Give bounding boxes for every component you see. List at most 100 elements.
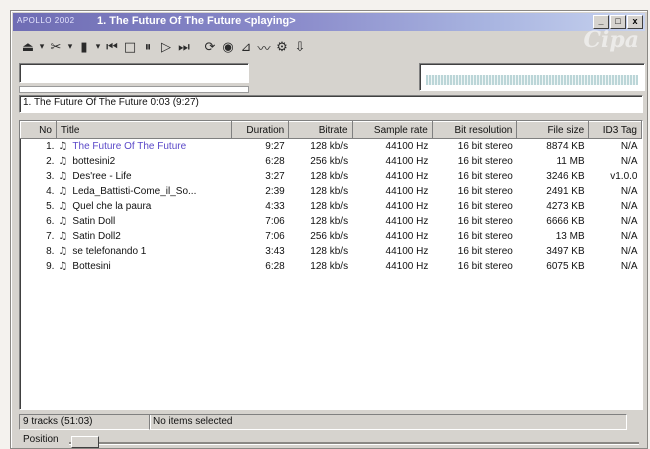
playlist-row[interactable]: 1. ♫ The Future Of The Future 9:27 128 kb/s 4…: [21, 139, 642, 155]
cell-no: 3.: [21, 169, 57, 184]
tools-icon[interactable]: ✂: [47, 38, 65, 56]
cell-bitrate: 128 kb/s: [289, 184, 352, 199]
download-icon[interactable]: ⇩: [291, 38, 309, 56]
repeat-icon[interactable]: ⟳: [201, 38, 219, 56]
position-thumb[interactable]: [71, 436, 99, 448]
cell-text: 16 bit stereo: [457, 261, 513, 272]
cell-text: Leda_Battisti-Come_il_So...: [72, 186, 197, 197]
playlist-row[interactable]: 8. ♫ se telefonando 1 3:43 128 kb/s 44100 Hz 1…: [21, 244, 642, 259]
cell-file-size: 2491 KB: [517, 184, 589, 199]
now-playing-text: 1. The Future Of The Future 0:03 (9:27): [23, 97, 199, 108]
position-slider[interactable]: Position: [19, 433, 641, 448]
cell-sample-rate: 44100 Hz: [352, 184, 432, 199]
play-icon[interactable]: ▷: [157, 38, 175, 56]
cell-duration: 7:06: [232, 214, 289, 229]
cell-text: 6075 KB: [546, 261, 585, 272]
cell-file-size: 11 MB: [517, 154, 589, 169]
cell-sample-rate: 44100 Hz: [352, 229, 432, 244]
cell-bitrate: 128 kb/s: [289, 169, 352, 184]
cell-text: 5.: [46, 201, 55, 212]
playlist-row[interactable]: 3. ♫ Des'ree - Life 3:27 128 kb/s 44100 Hz 16 …: [21, 169, 642, 184]
eject-icon[interactable]: ⏏: [19, 38, 37, 56]
playlist-row[interactable]: 2. ♫ bottesini2 6:28 256 kb/s 44100 Hz 16 bit …: [21, 154, 642, 169]
cell-text: 6.: [46, 216, 55, 227]
equalizer-icon[interactable]: ⊿: [237, 38, 255, 56]
position-track: [69, 442, 639, 445]
track-count-status: 9 tracks (51:03): [19, 414, 151, 430]
cell-id3: N/A: [589, 139, 642, 155]
playlist-row[interactable]: 4. ♫ Leda_Battisti-Come_il_So... 2:39 128 kb…: [21, 184, 642, 199]
cell-no: 4.: [21, 184, 57, 199]
settings-icon[interactable]: ⚙: [273, 38, 291, 56]
cell-duration: 2:39: [232, 184, 289, 199]
previous-track-icon[interactable]: ⏮: [103, 38, 121, 56]
input-field[interactable]: [19, 63, 249, 83]
column-header-file-size[interactable]: File size: [516, 121, 590, 139]
load-progress-bar: [19, 86, 249, 93]
cell-text: Bottesini: [72, 261, 111, 272]
cell-bit-resolution: 16 bit stereo: [432, 214, 516, 229]
playlist[interactable]: No Title Duration Bitrate Sample rate Bit res…: [19, 120, 643, 410]
column-header-bitrate[interactable]: Bitrate: [288, 121, 353, 139]
visualization-display[interactable]: [419, 63, 645, 91]
playlist-row[interactable]: 7. ♫ Satin Doll2 7:06 256 kb/s 44100 Hz 16 bit…: [21, 229, 642, 244]
maximize-button[interactable]: □: [610, 15, 626, 29]
cell-text: 7:06: [265, 216, 285, 227]
cell-title: ♫ Satin Doll2: [56, 229, 231, 244]
cell-text: 3246 KB: [546, 171, 585, 182]
playlist-header: No Title Duration Bitrate Sample rate Bit res…: [20, 121, 642, 139]
shuffle-icon[interactable]: ◉: [219, 38, 237, 56]
cell-file-size: 3497 KB: [517, 244, 589, 259]
cell-text: 16 bit stereo: [457, 186, 513, 197]
stop-icon[interactable]: □: [121, 38, 139, 56]
music-note-icon: ♫: [58, 231, 68, 242]
playlist-row[interactable]: 9. ♫ Bottesini 6:28 128 kb/s 44100 Hz 16 bit s…: [21, 259, 642, 274]
cell-title: ♫ Leda_Battisti-Come_il_So...: [56, 184, 231, 199]
cell-text: N/A: [620, 201, 638, 212]
cell-text: bottesini2: [72, 156, 116, 167]
column-header-id3-tag[interactable]: ID3 Tag: [588, 121, 642, 139]
cell-file-size: 3246 KB: [517, 169, 589, 184]
cell-title: ♫ Bottesini: [56, 259, 231, 274]
column-header-duration[interactable]: Duration: [231, 121, 290, 139]
column-header-sample-rate[interactable]: Sample rate: [351, 121, 433, 139]
cell-bitrate: 128 kb/s: [289, 199, 352, 214]
next-track-icon[interactable]: ⏭: [175, 38, 193, 56]
cell-text: 128 kb/s: [310, 261, 349, 272]
cell-text: 128 kb/s: [310, 201, 349, 212]
cell-text: 16 bit stereo: [457, 156, 513, 167]
window-controls: _ □ x: [592, 15, 643, 29]
playlist-row[interactable]: 6. ♫ Satin Doll 7:06 128 kb/s 44100 Hz 16 bit …: [21, 214, 642, 229]
playlist-row[interactable]: 5. ♫ Quel che la paura 4:33 128 kb/s 44100 Hz…: [21, 199, 642, 214]
music-note-icon: ♫: [58, 186, 68, 197]
column-header-bit-resolution[interactable]: Bit resolution: [431, 121, 518, 139]
dropdown-icon[interactable]: ▾: [65, 38, 75, 56]
cell-id3: N/A: [589, 154, 642, 169]
cell-text: 6:28: [265, 156, 285, 167]
cell-text: 3:27: [265, 171, 285, 182]
cell-text: 2491 KB: [546, 186, 585, 197]
cell-text: 128 kb/s: [310, 246, 349, 257]
minimize-button[interactable]: _: [593, 15, 609, 29]
column-header-title[interactable]: Title: [55, 121, 233, 139]
cell-text: 3:43: [265, 246, 285, 257]
cell-text: Satin Doll: [72, 216, 116, 227]
cell-text: 128 kb/s: [310, 216, 349, 227]
cell-bitrate: 128 kb/s: [289, 244, 352, 259]
cell-id3: N/A: [589, 244, 642, 259]
playlist-icon[interactable]: ▮: [75, 38, 93, 56]
cell-text: 44100 Hz: [385, 231, 429, 242]
pause-icon[interactable]: ⏸: [139, 38, 157, 56]
title-bar[interactable]: APOLLO 2002 1. The Future Of The Future …: [13, 13, 645, 53]
visualization-icon[interactable]: 〰: [255, 38, 273, 57]
column-header-no[interactable]: No: [20, 121, 57, 139]
cell-text: N/A: [620, 231, 638, 242]
cell-text: se telefonando 1: [72, 246, 147, 257]
dropdown-icon[interactable]: ▾: [93, 38, 103, 56]
cell-duration: 4:33: [232, 199, 289, 214]
dropdown-icon[interactable]: ▾: [37, 38, 47, 56]
cell-duration: 3:27: [232, 169, 289, 184]
close-button[interactable]: x: [627, 15, 643, 29]
cell-text: 44100 Hz: [385, 246, 429, 257]
cell-text: Satin Doll2: [72, 231, 121, 242]
